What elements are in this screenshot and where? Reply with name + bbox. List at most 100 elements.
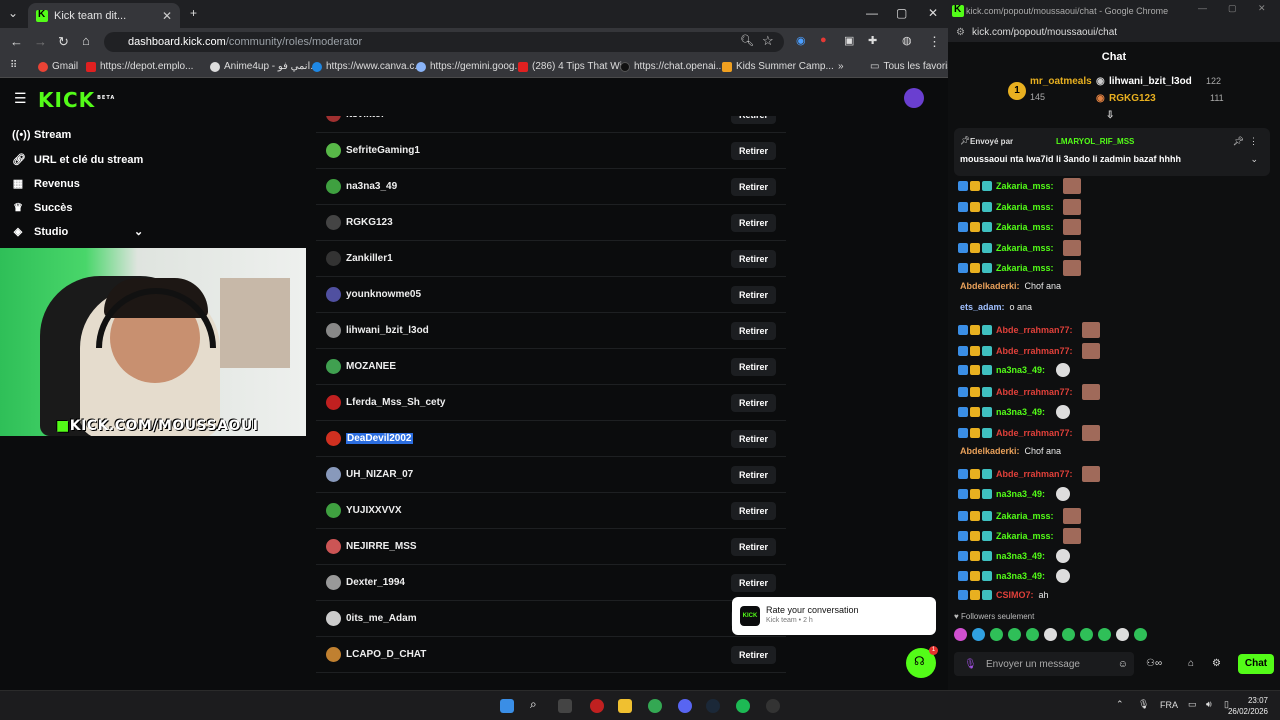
chat-message-input[interactable]: 🎙︎ Envoyer un message ☺	[954, 652, 1134, 676]
moderator-name[interactable]: Dexter_1994	[346, 577, 405, 588]
home-icon[interactable]: ⌂	[82, 33, 90, 48]
translate-icon[interactable]: ▣	[844, 34, 854, 47]
minimize-icon[interactable]: —	[1198, 3, 1207, 13]
discord-icon[interactable]	[678, 699, 692, 713]
remove-moderator-button[interactable]: Retirer	[730, 249, 776, 268]
microphone-icon[interactable]: 🎙︎	[964, 659, 977, 670]
moderator-name[interactable]: LCAPO_D_CHAT	[346, 649, 426, 660]
emote-icon[interactable]	[1134, 628, 1147, 641]
back-icon[interactable]: ←	[10, 34, 23, 49]
close-window-icon[interactable]: ✕	[1258, 3, 1266, 14]
chat-username[interactable]: ets_adam:	[960, 302, 1005, 312]
spotify-icon[interactable]	[736, 699, 750, 713]
apps-icon[interactable]: ⠿	[10, 60, 17, 71]
support-chat-button[interactable]: ☊ 1	[906, 646, 938, 678]
remove-moderator-button[interactable]: Retirer	[730, 393, 776, 412]
moderator-name[interactable]: itsviktor	[346, 116, 385, 120]
remove-moderator-button[interactable]: Retirer	[730, 116, 776, 124]
leader-3-name[interactable]: RGKG123	[1109, 93, 1156, 104]
moderator-name[interactable]: SefriteGaming1	[346, 145, 420, 156]
moderator-name[interactable]: DeaDevil2002	[346, 433, 413, 444]
moderator-name[interactable]: 0its_me_Adam	[346, 613, 417, 624]
remove-moderator-button[interactable]: Retirer	[730, 321, 776, 340]
bookmark-anime4up[interactable]: Anime4up - انمي فو...	[210, 61, 319, 72]
emote-icon[interactable]	[1116, 628, 1129, 641]
chrome-icon[interactable]	[648, 699, 662, 713]
leader-2-name[interactable]: lihwani_bzit_l3od	[1109, 76, 1192, 87]
store-icon[interactable]: ⌂	[1188, 658, 1194, 669]
emote-icon[interactable]	[1026, 628, 1039, 641]
remove-moderator-button[interactable]: Retirer	[730, 429, 776, 448]
chat-username[interactable]: Zakaria_mss:	[996, 181, 1054, 191]
moderator-name[interactable]: lihwani_bzit_l3od	[346, 325, 429, 336]
moderator-name[interactable]: RGKG123	[346, 217, 393, 228]
sidebar-item-revenus[interactable]: ▦ Revenus	[12, 177, 80, 191]
chat-username[interactable]: Zakaria_mss:	[996, 243, 1054, 253]
sidebar-item-stream[interactable]: ((•)) Stream	[12, 129, 71, 141]
bookmark-gmail[interactable]: Gmail	[38, 61, 78, 72]
bookmark-youtube[interactable]: (286) 4 Tips That Wi...	[518, 61, 630, 72]
emote-icon[interactable]	[1080, 628, 1093, 641]
moderator-name[interactable]: UH_NIZAR_07	[346, 469, 413, 480]
remove-moderator-button[interactable]: Retirer	[730, 357, 776, 376]
bookmark-gemini[interactable]: https://gemini.goog...	[416, 61, 523, 72]
chat-username[interactable]: Abde_rrahman77:	[996, 387, 1073, 397]
remove-moderator-button[interactable]: Retirer	[730, 645, 776, 664]
steam-icon[interactable]	[706, 699, 720, 713]
language-indicator[interactable]: FRA	[1160, 700, 1178, 710]
rate-conversation-toast[interactable]: KICK Rate your conversation Kick team • …	[732, 597, 936, 635]
pinned-menu-icon[interactable]: ⋮	[1249, 136, 1258, 147]
moderator-name[interactable]: NEJIRRE_MSS	[346, 541, 417, 552]
clock[interactable]: 23:07 26/02/2026	[1228, 695, 1268, 717]
search-icon[interactable]: ⌕	[530, 697, 544, 711]
chat-username[interactable]: Abde_rrahman77:	[996, 428, 1073, 438]
chat-username[interactable]: na3na3_49:	[996, 365, 1045, 375]
settings-icon[interactable]: ⚙	[1212, 658, 1221, 669]
chat-username[interactable]: Abde_rrahman77:	[996, 325, 1073, 335]
record-icon[interactable]: ●	[820, 34, 827, 46]
emote-icon[interactable]	[1098, 628, 1111, 641]
remove-moderator-button[interactable]: Retirer	[730, 537, 776, 556]
moderator-name[interactable]: Zankiller1	[346, 253, 393, 264]
chat-username[interactable]: Abdelkaderki:	[960, 281, 1020, 291]
moderator-name[interactable]: na3na3_49	[346, 181, 397, 192]
sidebar-item-stream-url[interactable]: 🔗︎ URL et clé du stream	[12, 153, 143, 167]
chat-username[interactable]: Abde_rrahman77:	[996, 469, 1073, 479]
app-icon[interactable]	[590, 699, 604, 713]
emote-icon[interactable]	[1008, 628, 1021, 641]
tab-kick-team[interactable]: Kick team dit... ✕	[28, 3, 180, 28]
sidebar-item-succes[interactable]: ♛ Succès	[12, 201, 72, 215]
chat-username[interactable]: na3na3_49:	[996, 407, 1045, 417]
chat-username[interactable]: Zakaria_mss:	[996, 531, 1054, 541]
tab-search-icon[interactable]: ⌄	[8, 6, 18, 20]
remove-moderator-button[interactable]: Retirer	[730, 213, 776, 232]
forward-icon[interactable]: →	[34, 34, 47, 49]
bookmark-canva[interactable]: https://www.canva.c...	[312, 61, 423, 72]
reload-icon[interactable]: ↻	[58, 34, 69, 50]
chat-username[interactable]: Zakaria_mss:	[996, 222, 1054, 232]
moderator-name[interactable]: Lferda_Mss_Sh_cety	[346, 397, 446, 408]
chat-username[interactable]: Abde_rrahman77:	[996, 346, 1073, 356]
puzzle-icon[interactable]: ✚	[868, 34, 877, 47]
bookmark-depot[interactable]: https://depot.emplo...	[86, 61, 193, 72]
chat-username[interactable]: Abdelkaderki:	[960, 446, 1020, 456]
bookmark-kids-camp[interactable]: Kids Summer Camp...	[722, 61, 834, 72]
remove-moderator-button[interactable]: Retirer	[730, 501, 776, 520]
menu-icon[interactable]: ⋮	[928, 34, 941, 50]
chat-username[interactable]: Zakaria_mss:	[996, 202, 1054, 212]
emote-icon[interactable]	[972, 628, 985, 641]
moderator-name[interactable]: MOZANEE	[346, 361, 396, 372]
volume-icon[interactable]: 🔊︎	[1206, 699, 1212, 710]
minimize-icon[interactable]: —	[866, 6, 878, 20]
zoom-icon[interactable]: 🔍︎	[740, 34, 754, 47]
hamburger-menu-icon[interactable]: ☰	[14, 90, 27, 107]
emote-icon[interactable]	[954, 628, 967, 641]
remove-moderator-button[interactable]: Retirer	[730, 465, 776, 484]
close-tab-icon[interactable]: ✕	[162, 9, 172, 23]
users-icon[interactable]: ⚇∞	[1146, 658, 1162, 669]
pinned-user[interactable]: LMARYOL_RIF_MSS	[1056, 137, 1134, 146]
url-input[interactable]: dashboard.kick.com/community/roles/moder…	[104, 32, 784, 52]
chat-username[interactable]: na3na3_49:	[996, 489, 1045, 499]
site-settings-icon[interactable]: ⚙	[956, 27, 965, 38]
obs-icon[interactable]	[766, 699, 780, 713]
